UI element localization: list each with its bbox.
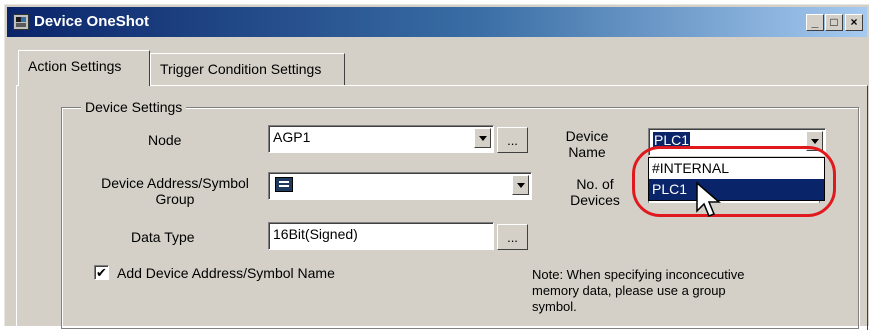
note-text: Note: When specifying inconcecutive memo… [532, 267, 745, 314]
add-symbol-checkbox[interactable]: ✔ [94, 265, 109, 280]
node-select[interactable]: AGP1 [268, 125, 494, 153]
device-name-label: Device Name [565, 128, 609, 160]
add-symbol-label: Add Device Address/Symbol Name [117, 265, 335, 281]
chevron-down-icon[interactable] [474, 128, 491, 148]
device-settings-group-label: Device Settings [81, 99, 187, 115]
device-address-select[interactable] [268, 172, 532, 200]
window-title: Device OneShot [34, 13, 150, 30]
dropdown-option-plc1[interactable]: PLC1 [649, 179, 824, 200]
node-label: Node [148, 132, 182, 148]
no-of-devices-label: No. of Devices [570, 176, 620, 208]
data-type-value: 16Bit(Signed) [273, 226, 358, 242]
device-name-dropdown-list[interactable]: #INTERNAL PLC1 [648, 157, 825, 201]
node-value: AGP1 [273, 129, 311, 145]
minimize-button[interactable]: _ [806, 14, 824, 31]
chevron-down-icon[interactable] [806, 131, 823, 151]
device-address-label: Device Address/Symbol Group [101, 175, 249, 207]
dropdown-option-internal[interactable]: #INTERNAL [649, 158, 824, 179]
device-name-select[interactable]: PLC1 [648, 128, 826, 156]
device-name-value: PLC1 [653, 132, 691, 148]
mouse-cursor-icon [696, 181, 721, 217]
chevron-down-icon[interactable] [512, 175, 529, 195]
app-icon [13, 14, 29, 30]
title-bar[interactable]: Device OneShot _ □ × [7, 7, 867, 37]
data-type-label: Data Type [131, 229, 195, 245]
data-type-field[interactable]: 16Bit(Signed) [268, 222, 494, 250]
symbol-icon[interactable] [275, 176, 293, 192]
data-type-browse-button[interactable]: ... [497, 224, 528, 250]
node-browse-button[interactable]: ... [497, 127, 528, 153]
maximize-button[interactable]: □ [825, 14, 843, 31]
tab-action-settings[interactable]: Action Settings [18, 50, 150, 86]
device-oneshot-window: Device OneShot _ □ × Action Settings Tri… [4, 4, 869, 330]
close-button[interactable]: × [845, 14, 863, 31]
tab-trigger-condition-settings[interactable]: Trigger Condition Settings [150, 53, 345, 86]
